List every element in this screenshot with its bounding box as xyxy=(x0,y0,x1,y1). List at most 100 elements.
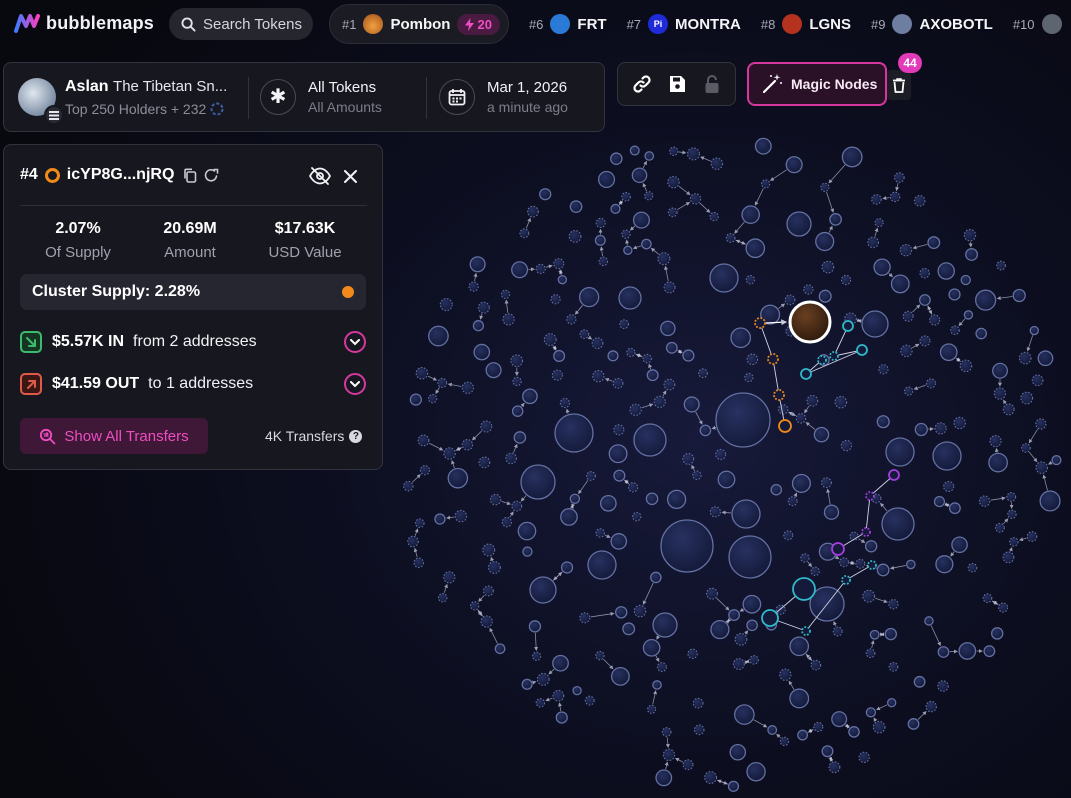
holder-bubble[interactable] xyxy=(613,469,626,482)
holder-bubble[interactable] xyxy=(487,561,501,574)
cluster-bubble[interactable] xyxy=(754,317,766,329)
cluster-bubble[interactable] xyxy=(778,419,792,433)
holder-bubble[interactable] xyxy=(709,506,721,518)
cluster-bubble[interactable] xyxy=(888,469,900,481)
holder-bubble[interactable] xyxy=(815,231,835,252)
holder-bubble[interactable] xyxy=(482,585,494,597)
holder-bubble[interactable] xyxy=(902,310,914,322)
holder-bubble[interactable] xyxy=(650,571,662,584)
holder-bubble[interactable] xyxy=(993,387,1007,400)
lock-button[interactable] xyxy=(697,69,727,99)
ticker-item[interactable]: #7 Pi MONTRA xyxy=(627,14,741,34)
holder-bubble[interactable] xyxy=(935,555,954,574)
holder-bubble[interactable] xyxy=(511,405,524,417)
ticker-item-featured[interactable]: #1 Pombon 20 xyxy=(329,4,509,44)
holder-bubble[interactable] xyxy=(612,377,624,389)
holder-bubble[interactable] xyxy=(791,473,811,493)
holder-bubble[interactable] xyxy=(727,780,740,792)
holder-bubble[interactable] xyxy=(683,396,700,413)
holder-bubble[interactable] xyxy=(550,294,561,305)
holder-bubble[interactable] xyxy=(742,594,762,614)
holder-bubble[interactable] xyxy=(552,689,565,702)
holder-bubble[interactable] xyxy=(818,289,832,303)
holder-bubble[interactable] xyxy=(1018,351,1032,365)
holder-bubble[interactable] xyxy=(871,194,882,205)
holder-bubble[interactable] xyxy=(592,369,605,383)
holder-bubble[interactable] xyxy=(644,151,655,161)
holder-bubble[interactable] xyxy=(554,413,594,453)
holder-bubble[interactable] xyxy=(948,502,961,515)
holder-bubble[interactable] xyxy=(872,720,886,734)
holder-bubble[interactable] xyxy=(622,622,636,636)
token-filter-button[interactable]: ✱ xyxy=(260,79,296,115)
holder-bubble[interactable] xyxy=(813,426,830,443)
holder-bubble[interactable] xyxy=(760,179,771,189)
holder-bubble[interactable] xyxy=(881,507,915,541)
holder-bubble[interactable] xyxy=(900,344,913,358)
holder-bubble[interactable] xyxy=(963,310,974,320)
holder-bubble[interactable] xyxy=(511,261,529,279)
holder-bubble[interactable] xyxy=(559,397,571,409)
holder-bubble[interactable] xyxy=(710,619,730,640)
cluster-bubble[interactable] xyxy=(801,626,811,636)
holder-bubble[interactable] xyxy=(478,456,491,469)
holder-bubble[interactable] xyxy=(473,343,491,361)
holder-bubble[interactable] xyxy=(489,493,502,506)
holder-bubble[interactable] xyxy=(975,327,988,340)
holder-bubble[interactable] xyxy=(950,325,960,336)
holder-bubble[interactable] xyxy=(535,263,546,274)
close-icon[interactable] xyxy=(344,170,357,183)
cluster-bubble[interactable] xyxy=(792,577,816,601)
holder-bubble[interactable] xyxy=(710,157,724,170)
boost-badge[interactable]: 20 xyxy=(457,13,500,35)
cluster-bubble[interactable] xyxy=(861,527,871,537)
holder-bubble[interactable] xyxy=(706,587,718,600)
holder-bubble[interactable] xyxy=(967,562,978,573)
holder-bubble[interactable] xyxy=(925,378,937,389)
holder-bubble[interactable] xyxy=(553,349,566,362)
holder-bubble[interactable] xyxy=(469,601,480,611)
holder-bubble[interactable] xyxy=(1037,350,1054,367)
holder-bubble[interactable] xyxy=(687,648,698,660)
holder-bubble[interactable] xyxy=(1029,325,1039,336)
holder-bubble[interactable] xyxy=(741,205,760,224)
holder-bubble[interactable] xyxy=(913,195,926,207)
holder-bubble[interactable] xyxy=(667,207,678,218)
holder-bubble[interactable] xyxy=(919,267,930,279)
holder-bubble[interactable] xyxy=(745,238,766,259)
holder-bubble[interactable] xyxy=(937,646,950,658)
ticker-item[interactable]: #8 LGNS xyxy=(761,14,851,34)
holder-bubble[interactable] xyxy=(715,448,727,460)
holder-bubble[interactable] xyxy=(477,301,490,314)
holder-bubble[interactable] xyxy=(660,519,714,573)
holder-bubble[interactable] xyxy=(951,536,968,554)
holder-bubble[interactable] xyxy=(403,480,414,492)
holder-bubble[interactable] xyxy=(595,528,605,538)
holder-bubble[interactable] xyxy=(813,721,824,732)
holder-bubble[interactable] xyxy=(963,228,977,242)
holder-bubble[interactable] xyxy=(610,666,630,686)
cluster-bubble[interactable] xyxy=(831,542,845,556)
holder-bubble[interactable] xyxy=(731,499,761,529)
holder-bubble[interactable] xyxy=(513,431,527,444)
holder-bubble[interactable] xyxy=(520,464,556,500)
show-all-transfers-button[interactable]: Show All Transfers xyxy=(20,418,208,454)
holder-bubble[interactable] xyxy=(861,310,889,338)
holder-bubble[interactable] xyxy=(899,243,913,257)
holder-bubble[interactable] xyxy=(810,566,820,576)
holder-bubble[interactable] xyxy=(428,325,449,347)
holder-bubble[interactable] xyxy=(888,599,899,610)
holder-bubble[interactable] xyxy=(821,477,832,489)
holder-bubble[interactable] xyxy=(746,762,766,782)
holder-bubble[interactable] xyxy=(414,518,425,528)
holder-bubble[interactable] xyxy=(884,627,898,641)
holder-bubble[interactable] xyxy=(660,320,676,337)
cluster-bubble[interactable] xyxy=(817,355,827,365)
chevron-down-icon[interactable] xyxy=(344,373,366,395)
holder-bubble[interactable] xyxy=(1002,551,1015,564)
holder-bubble[interactable] xyxy=(832,626,843,637)
holder-bubble[interactable] xyxy=(948,288,961,301)
holder-bubble[interactable] xyxy=(443,571,456,584)
holder-bubble[interactable] xyxy=(557,274,568,285)
holder-bubble[interactable] xyxy=(978,495,991,507)
